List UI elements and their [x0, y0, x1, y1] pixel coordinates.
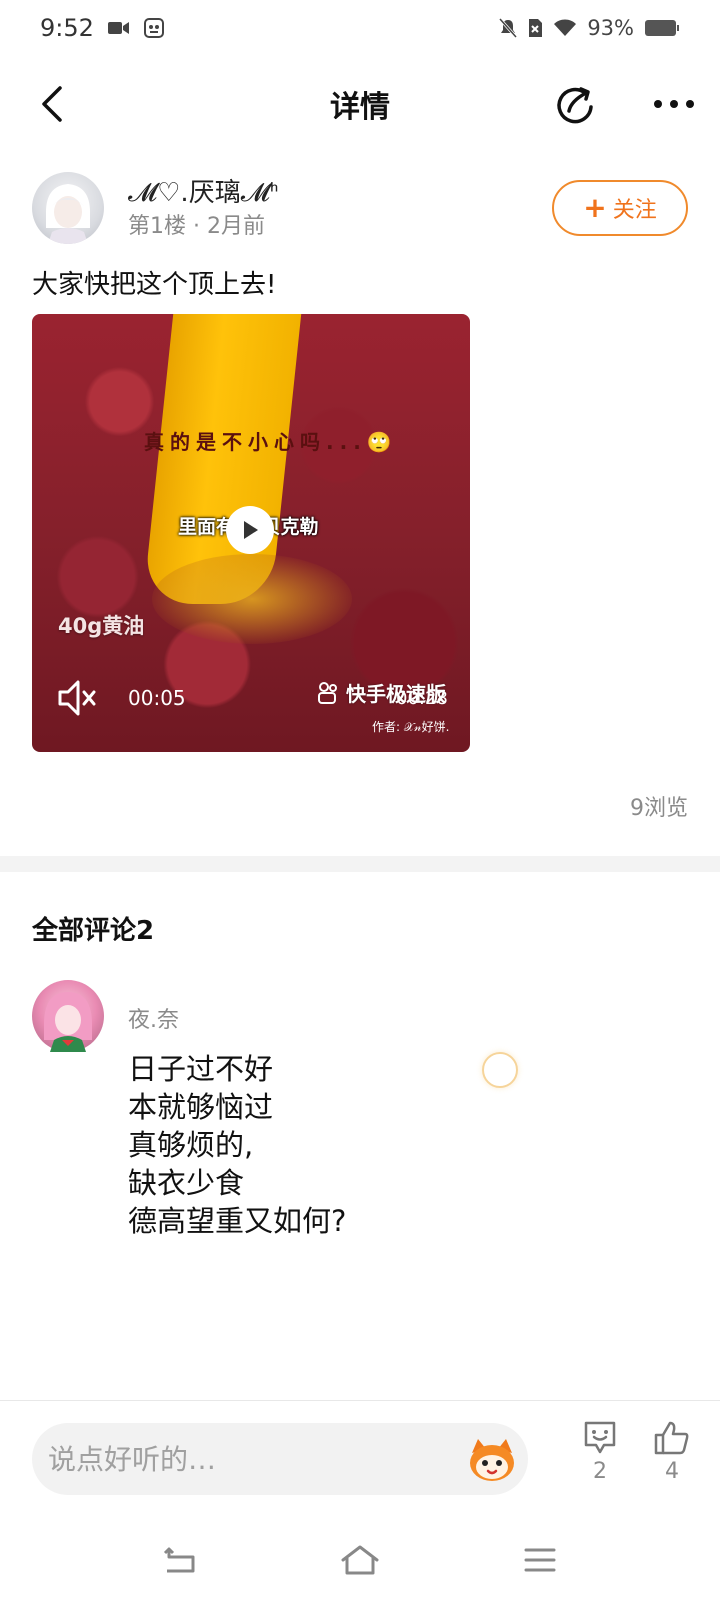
like-icon — [654, 1421, 689, 1455]
author-name[interactable]: 𝓜♡.厌璃𝓜ᑋ — [128, 172, 278, 209]
comment-line: 德高望重又如何? — [128, 1204, 347, 1238]
comment-line: 本就够恼过 — [128, 1090, 274, 1124]
mascot-icon[interactable] — [464, 1431, 520, 1487]
watermark-author: 作者: 𝒳𝓃好饼. — [372, 720, 450, 734]
video-total-time: 00:28 — [396, 688, 448, 709]
video-caption-top: 真的是不小心吗...🙄 — [144, 430, 398, 454]
system-back-icon — [163, 1547, 195, 1573]
more-icon — [654, 100, 694, 108]
system-back-button[interactable] — [152, 1534, 208, 1586]
video-current-time: 00:05 — [128, 686, 186, 710]
header: 详情 — [0, 64, 720, 144]
mute-bell-icon — [499, 18, 518, 38]
bottom-comment-bar: 2 4 — [0, 1400, 720, 1520]
post-text: 大家快把这个顶上去! — [32, 270, 277, 300]
loading-spinner — [482, 1052, 518, 1088]
mute-button[interactable] — [56, 678, 100, 718]
play-icon — [244, 521, 258, 539]
no-sim-icon — [527, 18, 543, 38]
app-notification-icon — [143, 18, 164, 38]
commenter-name[interactable]: 夜.奈 — [128, 1002, 179, 1034]
video-camera-icon — [107, 20, 130, 36]
commenter-avatar[interactable] — [32, 980, 104, 1052]
follow-label: 关注 — [612, 198, 657, 223]
system-navigation-bar — [0, 1520, 720, 1600]
video-caption-left: 40g黄油 — [58, 614, 145, 638]
mute-icon — [58, 680, 96, 716]
status-time: 9:52 — [40, 14, 94, 42]
home-icon — [341, 1545, 379, 1575]
section-divider — [0, 856, 720, 872]
system-home-button[interactable] — [332, 1534, 388, 1586]
comments-title: 全部评论2 — [32, 916, 155, 946]
page-title: 详情 — [330, 90, 390, 125]
kuaishou-icon — [318, 681, 337, 704]
post-meta: 第1楼 · 2月前 — [128, 214, 265, 239]
comment-action-button[interactable]: 2 — [570, 1419, 630, 1484]
system-menu-button[interactable] — [512, 1534, 568, 1586]
play-button[interactable] — [226, 506, 274, 554]
like-action-button[interactable]: 4 — [642, 1419, 702, 1484]
video-player[interactable]: 真的是不小心吗...🙄 里面有22贝克勒 40g黄油 00:05 快手极速版 0… — [32, 314, 470, 752]
comment-line: 缺衣少食 — [128, 1166, 245, 1200]
video-frame-pool — [152, 554, 352, 644]
menu-icon — [524, 1548, 556, 1572]
comment-text: 日子过不好 本就够恼过 真够烦的, 缺衣少食 德高望重又如何? — [128, 1050, 608, 1240]
more-button[interactable] — [646, 76, 702, 132]
comment-line: 真够烦的, — [128, 1128, 254, 1162]
battery-percent: 93% — [587, 16, 634, 40]
battery-icon — [644, 19, 680, 37]
share-icon — [557, 87, 593, 124]
status-bar: 9:52 93% — [0, 0, 720, 56]
follow-button[interactable]: + 关注 — [552, 180, 688, 236]
comment-icon — [584, 1421, 616, 1454]
comment-line: 日子过不好 — [128, 1052, 274, 1086]
view-count: 9浏览 — [630, 796, 688, 821]
plus-icon: + — [583, 191, 607, 224]
wifi-icon — [553, 19, 577, 37]
comment-count: 2 — [593, 1459, 607, 1484]
like-count: 4 — [665, 1459, 679, 1484]
share-button[interactable] — [548, 76, 604, 132]
comment-input[interactable] — [32, 1423, 528, 1495]
author-avatar[interactable] — [32, 172, 104, 244]
